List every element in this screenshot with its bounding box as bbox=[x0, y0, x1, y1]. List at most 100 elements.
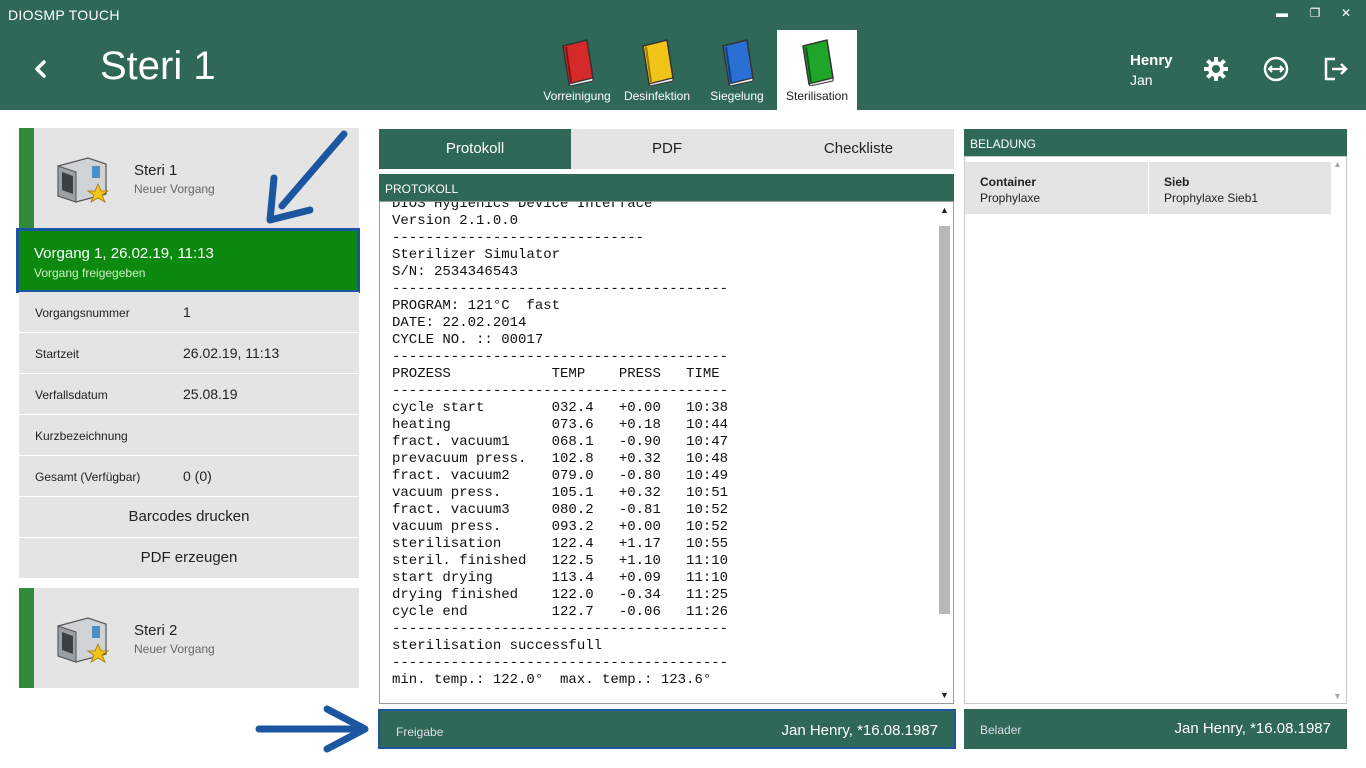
page-title: Steri 1 bbox=[100, 44, 216, 88]
protocol-line: Sterilizer Simulator bbox=[392, 247, 561, 263]
chevron-left-icon bbox=[35, 60, 46, 78]
vorgang-status: Vorgang freigegeben bbox=[34, 266, 146, 280]
window-titlebar: DIOSMP TOUCH ▬ ❐ ✕ bbox=[0, 0, 1366, 30]
protocol-line: start drying 113.4 +0.09 11:10 bbox=[392, 570, 729, 586]
close-button[interactable]: ✕ bbox=[1336, 6, 1356, 24]
info-row-gesamt: Gesamt (Verfügbar) 0 (0) bbox=[19, 456, 359, 496]
belader-bar: Belader Jan Henry, *16.08.1987 bbox=[964, 709, 1347, 749]
scrollbar-thumb[interactable] bbox=[939, 226, 950, 614]
scroll-up-icon[interactable]: ▲ bbox=[1332, 159, 1343, 169]
remote-support-icon[interactable] bbox=[1261, 54, 1291, 84]
device-status: Neuer Vorgang bbox=[134, 182, 215, 196]
protocol-line: DIOS Hygienics Device Interface bbox=[392, 201, 653, 212]
protocol-panel-header: PROTOKOLL bbox=[379, 174, 954, 201]
scroll-down-icon[interactable]: ▼ bbox=[1332, 691, 1343, 701]
protocol-line: cycle start 032.4 +0.00 10:38 bbox=[392, 400, 729, 416]
protocol-scrollbar[interactable]: ▲ ▼ bbox=[936, 202, 953, 703]
print-barcodes-button[interactable]: Barcodes drucken bbox=[19, 497, 359, 537]
protocol-line: ---------------------------------------- bbox=[392, 281, 729, 297]
device-name: Steri 1 bbox=[134, 162, 178, 179]
back-button[interactable] bbox=[28, 52, 54, 86]
logout-icon[interactable] bbox=[1321, 54, 1351, 84]
red-book-icon bbox=[562, 39, 594, 86]
tab-desinfektion[interactable]: Desinfektion bbox=[617, 30, 697, 110]
device-status: Neuer Vorgang bbox=[134, 642, 215, 656]
blue-book-icon bbox=[722, 39, 754, 86]
tab-sterilisation[interactable]: Sterilisation bbox=[777, 30, 857, 110]
tab-protokoll[interactable]: Protokoll bbox=[379, 129, 571, 169]
protocol-line: fract. vacuum2 079.0 -0.80 10:49 bbox=[392, 468, 729, 484]
vorgang-item-selected[interactable]: Vorgang 1, 26.02.19, 11:13 Vorgang freig… bbox=[16, 228, 360, 293]
info-value: 26.02.19, 11:13 bbox=[183, 345, 280, 361]
protocol-line: min. temp.: 122.0° max. temp.: 123.6° bbox=[392, 672, 712, 688]
freigabe-value: Jan Henry, *16.08.1987 bbox=[781, 722, 939, 739]
protocol-text: DIOS Hygienics Device Interface Version 2… bbox=[392, 201, 937, 689]
sterilizer-icon bbox=[57, 157, 110, 203]
info-row-verfallsdatum: Verfallsdatum 25.08.19 bbox=[19, 374, 359, 414]
yellow-book-icon bbox=[642, 39, 674, 86]
protocol-line: cycle end 122.7 -0.06 11:26 bbox=[392, 604, 729, 620]
protocol-line: DATE: 22.02.2014 bbox=[392, 315, 527, 331]
user-first-name: Henry bbox=[1130, 52, 1173, 69]
cell-text: Prophylaxe Sieb1 bbox=[1164, 191, 1259, 205]
beladung-scrollbar[interactable]: ▲ ▼ bbox=[1330, 157, 1346, 703]
tab-siegelung[interactable]: Siegelung bbox=[697, 30, 777, 110]
protocol-line: heating 073.6 +0.18 10:44 bbox=[392, 417, 729, 433]
annotation-arrow-icon bbox=[255, 705, 369, 753]
freigabe-label: Freigabe bbox=[396, 725, 444, 739]
tab-checkliste[interactable]: Checkliste bbox=[763, 129, 954, 169]
beladung-list[interactable]: Container Prophylaxe Sieb Prophylaxe Sie… bbox=[964, 156, 1347, 704]
annotation-arrow-icon bbox=[266, 130, 348, 224]
minimize-button[interactable]: ▬ bbox=[1272, 6, 1292, 24]
protocol-line: sterilisation 122.4 +1.17 10:55 bbox=[392, 536, 729, 552]
beladung-cell-container[interactable]: Container Prophylaxe bbox=[965, 162, 1148, 214]
info-value: 0 (0) bbox=[183, 468, 212, 484]
protocol-line: CYCLE NO. :: 00017 bbox=[392, 332, 544, 348]
protocol-line: PROGRAM: 121°C fast bbox=[392, 298, 561, 314]
cell-heading: Sieb bbox=[1164, 175, 1190, 189]
cell-heading: Container bbox=[980, 175, 1037, 189]
protocol-line: S/N: 2534346543 bbox=[392, 264, 519, 280]
protocol-line: ---------------------------------------- bbox=[392, 383, 729, 399]
info-key: Kurzbezeichnung bbox=[35, 429, 128, 443]
vorgang-title: Vorgang 1, 26.02.19, 11:13 bbox=[34, 245, 214, 262]
info-key: Vorgangsnummer bbox=[35, 306, 130, 320]
protocol-line: drying finished 122.0 -0.34 11:25 bbox=[392, 587, 729, 603]
scroll-down-icon[interactable]: ▼ bbox=[939, 690, 950, 700]
generate-pdf-button[interactable]: PDF erzeugen bbox=[19, 538, 359, 578]
protocol-line: fract. vacuum1 068.1 -0.90 10:47 bbox=[392, 434, 729, 450]
freigabe-bar[interactable]: Freigabe Jan Henry, *16.08.1987 bbox=[378, 709, 956, 749]
gear-icon[interactable] bbox=[1201, 54, 1231, 84]
scroll-up-icon[interactable]: ▲ bbox=[939, 205, 950, 215]
device-card-steri-2[interactable]: Steri 2 Neuer Vorgang bbox=[19, 588, 359, 688]
tab-label: Vorreinigung bbox=[543, 89, 611, 103]
info-key: Startzeit bbox=[35, 347, 80, 361]
maximize-button[interactable]: ❐ bbox=[1305, 6, 1325, 24]
info-value: 1 bbox=[183, 304, 191, 320]
beladung-cell-sieb[interactable]: Sieb Prophylaxe Sieb1 bbox=[1149, 162, 1331, 214]
sterilizer-icon bbox=[57, 617, 110, 663]
protocol-line: ---------------------------------------- bbox=[392, 655, 729, 671]
protocol-line: steril. finished 122.5 +1.10 11:10 bbox=[392, 553, 729, 569]
beladung-panel-header: BELADUNG bbox=[964, 129, 1347, 156]
tab-label: Desinfektion bbox=[623, 89, 691, 103]
app-title: DIOSMP TOUCH bbox=[8, 7, 120, 23]
cell-text: Prophylaxe bbox=[980, 191, 1041, 205]
protocol-line: fract. vacuum3 080.2 -0.81 10:52 bbox=[392, 502, 729, 518]
protocol-line: ------------------------------ bbox=[392, 230, 645, 246]
app-header: Steri 1 Vorreinigung Desinfektion Siegel… bbox=[0, 30, 1366, 110]
protocol-textbox[interactable]: DIOS Hygienics Device Interface Version 2… bbox=[379, 201, 954, 704]
protocol-line: PROZESS TEMP PRESS TIME bbox=[392, 366, 720, 382]
belader-label: Belader bbox=[980, 723, 1022, 737]
tab-label: Siegelung bbox=[710, 89, 764, 103]
info-row-kurzbezeichnung: Kurzbezeichnung bbox=[19, 415, 359, 455]
protocol-line: prevacuum press. 102.8 +0.32 10:48 bbox=[392, 451, 729, 467]
protocol-line: vacuum press. 105.1 +0.32 10:51 bbox=[392, 485, 729, 501]
info-key: Gesamt (Verfügbar) bbox=[35, 470, 141, 484]
info-value: 25.08.19 bbox=[183, 386, 238, 402]
tab-pdf[interactable]: PDF bbox=[571, 129, 763, 169]
protocol-line: ---------------------------------------- bbox=[392, 621, 729, 637]
protocol-line: ---------------------------------------- bbox=[392, 349, 729, 365]
tab-vorreinigung[interactable]: Vorreinigung bbox=[537, 30, 617, 110]
info-key: Verfallsdatum bbox=[35, 388, 108, 402]
